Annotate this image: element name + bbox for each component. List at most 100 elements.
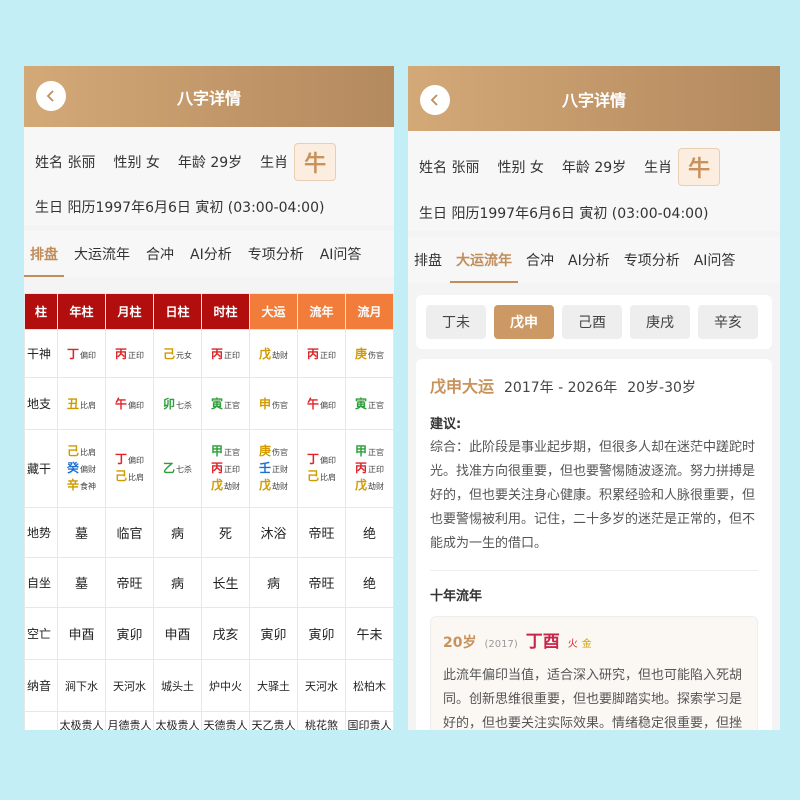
chart-cell: 庚伤官 (345, 329, 394, 378)
shishen-tag: 比肩 (80, 401, 96, 410)
advice-text: 综合：此阶段是事业起步期，但很多人却在迷茫中蹉跎时光。找准方向很重要，但也要警惕… (430, 440, 756, 551)
chart-cell: 甲正官 丙正印 戊劫财 (345, 429, 394, 508)
chart-cell: 丁偏印 (57, 329, 106, 378)
hidden-gan-char: 庚 (258, 443, 271, 458)
header-cell: 时柱 (201, 293, 250, 330)
dayun-tab[interactable]: 己酉 (562, 305, 622, 339)
dayun-tab[interactable]: 辛亥 (698, 305, 758, 339)
chart-row-dizhi: 地支 丑比肩 午偏印 卯七杀 寅正官 申伤官 午偏印 寅正官 (24, 377, 394, 430)
shishen-tag: 七杀 (176, 464, 192, 474)
chart-cell: 丁偏印 己比肩 (297, 429, 346, 508)
tab-bar: 排盘 大运流年 合冲 AI分析 专项分析 AI问答 (408, 237, 780, 283)
row-label: 干神 (24, 329, 58, 378)
back-button[interactable] (420, 85, 450, 115)
tab-ai-analysis[interactable]: AI分析 (562, 237, 616, 283)
hidden-gan-char: 丁 (114, 452, 127, 466)
bazi-detail-screen-right: 八字详情 姓名 张丽 性别 女 年龄 29岁 生肖 牛 生日 阳历1997年6月… (408, 66, 780, 730)
shishen-tag: 比肩 (320, 473, 336, 482)
gan-char: 寅 (210, 397, 223, 411)
tab-ai-analysis[interactable]: AI分析 (184, 231, 238, 277)
chart-row-shishen: 干神 丁偏印 丙正印 己元女 丙正印 戊劫财 丙正印 庚伤官 (24, 329, 394, 378)
hidden-gan-char: 丙 (210, 460, 223, 475)
chart-cell: 临官 (105, 507, 154, 558)
hidden-gan-char: 己 (66, 443, 79, 458)
page-title: 八字详情 (561, 90, 626, 110)
tab-hechong[interactable]: 合冲 (520, 237, 560, 283)
dayun-tab[interactable]: 庚戌 (630, 305, 690, 339)
shishen-tag: 劫财 (224, 481, 240, 491)
gan-char: 申 (258, 397, 271, 411)
profile-name: 姓名 张丽 (419, 160, 480, 176)
profile-info: 姓名 张丽 性别 女 年龄 29岁 生肖 牛 生日 阳历1997年6月6日 寅初… (408, 131, 780, 231)
chart-cell: 绝 (345, 507, 394, 558)
header-cell: 日柱 (153, 293, 202, 330)
tab-ai-qa[interactable]: AI问答 (688, 237, 742, 283)
chart-cell: 大驿土 (249, 659, 298, 712)
chart-cell: 丙正印 (297, 329, 346, 378)
shishen-tag: 偏印 (128, 456, 144, 465)
gan-char: 丙 (210, 347, 223, 361)
bazi-detail-screen-left: 八字详情 姓名 张丽 性别 女 年龄 29岁 生肖 牛 生日 阳历1997年6月… (24, 66, 394, 730)
advice-label: 建议: (430, 417, 462, 432)
shishen-tag: 正印 (368, 464, 384, 474)
hidden-gan-char: 壬 (258, 460, 271, 475)
dayun-tab-active[interactable]: 戊申 (494, 305, 554, 339)
gan-char: 丁 (66, 347, 79, 361)
chart-cell: 城头土 (153, 659, 202, 712)
chart-cell: 卯七杀 (153, 377, 202, 430)
chart-cell: 涧下水 (57, 659, 106, 712)
shishen-tag: 正印 (128, 351, 144, 360)
liunian-card: 20岁 (2017) 丁酉 火 金 此流年偏印当值，适合深入研究，但也可能陷入死… (430, 616, 758, 730)
back-button[interactable] (36, 81, 66, 111)
profile-info: 姓名 张丽 性别 女 年龄 29岁 生肖 牛 生日 阳历1997年6月6日 寅初… (24, 127, 394, 225)
tab-special-analysis[interactable]: 专项分析 (618, 237, 686, 283)
hidden-gan-char: 戊 (258, 477, 271, 492)
shishen-tag: 伤官 (272, 401, 288, 410)
profile-age: 年龄 29岁 (177, 155, 243, 171)
header-cell: 流月 (345, 293, 394, 330)
chart-cell: 国印贵人 (345, 711, 394, 730)
chart-cell: 天德贵人 (201, 711, 250, 730)
header-cell: 月柱 (105, 293, 154, 330)
chart-cell: 帝旺 (297, 557, 346, 608)
tab-paipan[interactable]: 排盘 (24, 231, 64, 277)
hidden-gan-char: 戊 (354, 477, 367, 492)
row-label (24, 711, 58, 730)
profile-zodiac-label: 生肖 (260, 155, 289, 171)
chart-cell: 午偏印 (297, 377, 346, 430)
chart-cell: 寅正官 (345, 377, 394, 430)
chart-cell: 寅卯 (297, 607, 346, 660)
shishen-tag: 偏印 (80, 351, 96, 360)
dayun-tab[interactable]: 丁未 (426, 305, 486, 339)
gan-char: 卯 (162, 397, 175, 411)
tab-hechong[interactable]: 合冲 (140, 231, 180, 277)
tab-dayun[interactable]: 大运流年 (450, 237, 518, 283)
shishen-tag: 偏印 (320, 401, 336, 410)
tab-paipan[interactable]: 排盘 (408, 237, 448, 283)
hidden-gan-char: 己 (306, 469, 319, 483)
bazi-chart-table: 柱 年柱 月柱 日柱 时柱 大运 流年 流月 干神 丁偏印 丙正印 己元女 丙正印 戊劫财… (24, 293, 394, 730)
gan-char: 丙 (114, 347, 127, 361)
shishen-tag: 劫财 (272, 351, 288, 360)
tab-dayun[interactable]: 大运流年 (68, 231, 136, 277)
chart-cell: 戊劫财 (249, 329, 298, 378)
shishen-tag: 偏财 (80, 464, 96, 474)
shishen-tag: 正官 (224, 447, 240, 457)
tab-ai-qa[interactable]: AI问答 (314, 231, 368, 277)
shishen-tag: 比肩 (128, 473, 144, 482)
liunian-wuxing-2: 金 (581, 639, 592, 650)
chart-cell: 沐浴 (249, 507, 298, 558)
liunian-text: 此流年偏印当值，适合深入研究，但也可能陷入死胡同。创新思维很重要，但也要脚踏实地… (443, 668, 743, 730)
gan-char: 午 (114, 397, 127, 411)
chart-header-row: 柱 年柱 月柱 日柱 时柱 大运 流年 流月 (24, 293, 394, 330)
chart-cell: 午未 (345, 607, 394, 660)
hidden-gan-char: 戊 (210, 477, 223, 492)
shishen-tag: 劫财 (368, 481, 384, 491)
chart-cell: 寅卯 (249, 607, 298, 660)
chart-cell: 午偏印 (105, 377, 154, 430)
gan-char: 丑 (66, 397, 79, 411)
tab-special-analysis[interactable]: 专项分析 (242, 231, 310, 277)
row-label: 地势 (24, 507, 58, 558)
chart-cell: 松柏木 (345, 659, 394, 712)
shishen-tag: 七杀 (176, 401, 192, 410)
